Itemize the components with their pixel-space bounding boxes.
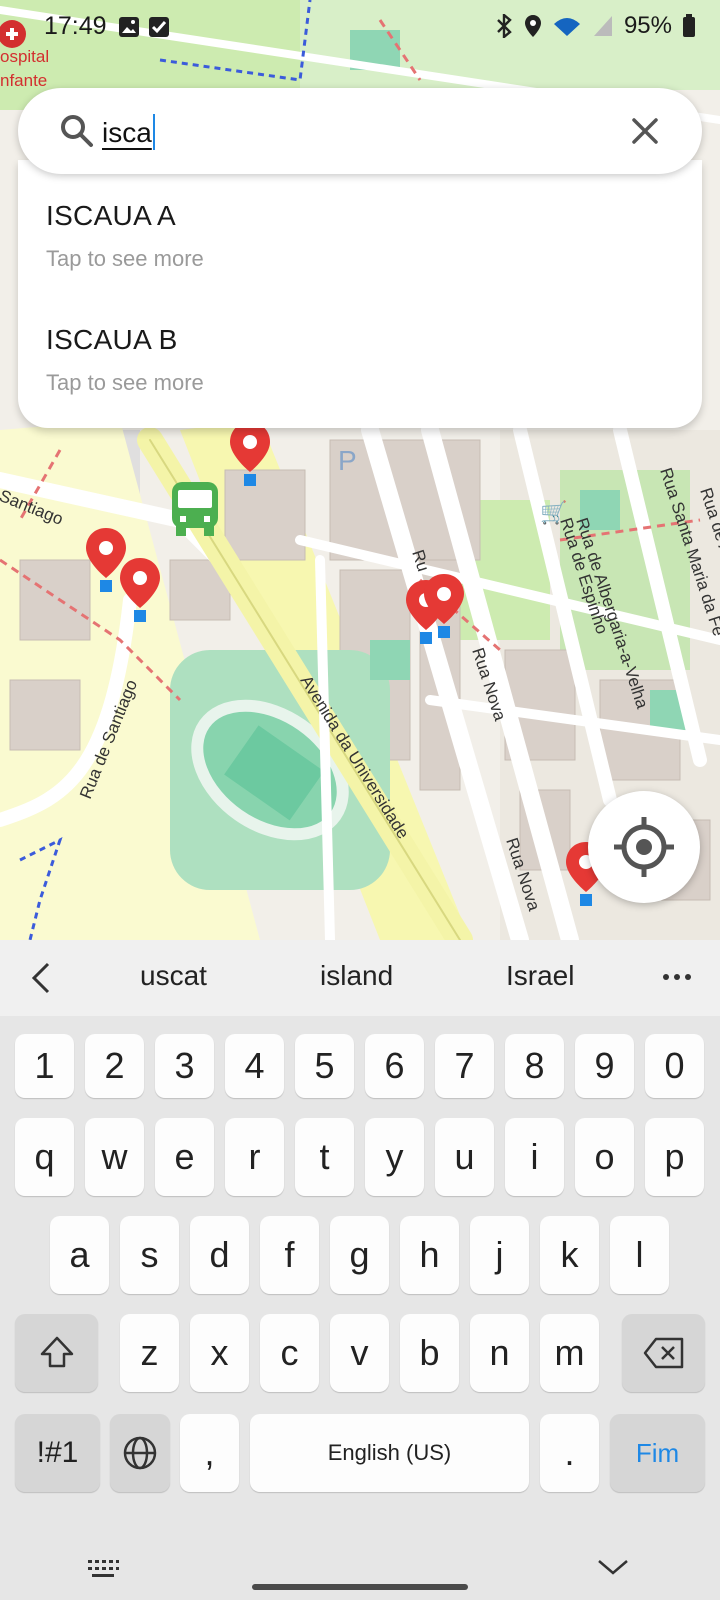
shift-key[interactable]	[15, 1314, 98, 1392]
signal-icon	[593, 16, 612, 36]
map-label-infante: nfante	[0, 71, 47, 90]
on-screen-keyboard: uscat island Israel 1 2 3 4 5 6 7 8 9 0 …	[0, 940, 720, 1600]
key-b[interactable]: b	[400, 1314, 459, 1392]
backspace-icon	[643, 1337, 683, 1369]
key-5[interactable]: 5	[295, 1034, 354, 1098]
key-e[interactable]: e	[155, 1118, 214, 1196]
key-w[interactable]: w	[85, 1118, 144, 1196]
key-n[interactable]: n	[470, 1314, 529, 1392]
search-results-dropdown: ISCAUA A Tap to see more ISCAUA B Tap to…	[18, 160, 702, 428]
image-icon	[119, 17, 139, 37]
search-query: isca	[102, 117, 152, 148]
key-k[interactable]: k	[540, 1216, 599, 1294]
key-p[interactable]: p	[645, 1118, 704, 1196]
key-1[interactable]: 1	[15, 1034, 74, 1098]
shop-icon: 🛒	[540, 500, 567, 526]
battery-icon	[683, 14, 695, 37]
result-title: ISCAUA A	[46, 200, 177, 231]
parking-icon: P	[338, 445, 357, 476]
suggestion-1[interactable]: uscat	[140, 960, 207, 992]
status-time: 17:49	[44, 12, 107, 40]
key-x[interactable]: x	[190, 1314, 249, 1392]
my-location-button[interactable]	[588, 791, 700, 903]
bus-stop-icon[interactable]	[168, 480, 222, 538]
done-key[interactable]: Fim	[610, 1414, 705, 1492]
search-result-item[interactable]: ISCAUA B Tap to see more	[46, 324, 666, 434]
comma-key[interactable]: ,	[180, 1414, 239, 1492]
key-f[interactable]: f	[260, 1216, 319, 1294]
key-u[interactable]: u	[435, 1118, 494, 1196]
chevron-left-icon[interactable]	[26, 960, 56, 996]
key-0[interactable]: 0	[645, 1034, 704, 1098]
more-icon[interactable]	[662, 972, 692, 982]
checkbox-icon	[149, 17, 169, 37]
search-input[interactable]: isca	[102, 114, 155, 150]
battery-percent: 95%	[623, 12, 672, 39]
key-t[interactable]: t	[295, 1118, 354, 1196]
key-q[interactable]: q	[15, 1118, 74, 1196]
key-h[interactable]: h	[400, 1216, 459, 1294]
symbols-key[interactable]: !#1	[15, 1414, 100, 1492]
suggestion-3[interactable]: Israel	[506, 960, 574, 992]
key-grid: 1 2 3 4 5 6 7 8 9 0 q w e r t y u i o p …	[0, 1016, 720, 1540]
result-title: ISCAUA B	[46, 324, 178, 355]
suggestion-bar: uscat island Israel	[0, 940, 720, 1016]
keyboard-nav-bar	[0, 1540, 720, 1600]
shift-icon	[40, 1336, 73, 1368]
result-subtitle: Tap to see more	[46, 370, 204, 395]
globe-icon	[123, 1436, 157, 1470]
period-key[interactable]: .	[540, 1414, 599, 1492]
stop-pin[interactable]	[118, 556, 162, 622]
result-subtitle: Tap to see more	[46, 246, 204, 271]
key-3[interactable]: 3	[155, 1034, 214, 1098]
home-indicator[interactable]	[252, 1584, 468, 1590]
key-l[interactable]: l	[610, 1216, 669, 1294]
key-i[interactable]: i	[505, 1118, 564, 1196]
bluetooth-icon	[497, 14, 512, 38]
key-4[interactable]: 4	[225, 1034, 284, 1098]
key-c[interactable]: c	[260, 1314, 319, 1392]
clear-icon[interactable]	[628, 114, 662, 148]
chevron-down-icon[interactable]	[596, 1556, 630, 1578]
key-d[interactable]: d	[190, 1216, 249, 1294]
key-2[interactable]: 2	[85, 1034, 144, 1098]
key-m[interactable]: m	[540, 1314, 599, 1392]
language-key[interactable]	[110, 1414, 170, 1492]
key-8[interactable]: 8	[505, 1034, 564, 1098]
stop-pin[interactable]	[422, 572, 466, 638]
key-z[interactable]: z	[120, 1314, 179, 1392]
text-cursor	[152, 114, 155, 150]
key-j[interactable]: j	[470, 1216, 529, 1294]
backspace-key[interactable]	[622, 1314, 705, 1392]
search-icon	[61, 115, 93, 147]
key-y[interactable]: y	[365, 1118, 424, 1196]
key-s[interactable]: s	[120, 1216, 179, 1294]
key-6[interactable]: 6	[365, 1034, 424, 1098]
key-v[interactable]: v	[330, 1314, 389, 1392]
key-a[interactable]: a	[50, 1216, 109, 1294]
wifi-icon	[553, 18, 580, 36]
key-r[interactable]: r	[225, 1118, 284, 1196]
key-9[interactable]: 9	[575, 1034, 634, 1098]
key-o[interactable]: o	[575, 1118, 634, 1196]
search-result-item[interactable]: ISCAUA A Tap to see more	[46, 200, 666, 310]
location-icon	[524, 15, 541, 37]
space-key[interactable]: English (US)	[250, 1414, 529, 1492]
status-bar: 17:49 95%	[0, 0, 720, 56]
search-bar[interactable]: isca	[18, 88, 702, 174]
key-7[interactable]: 7	[435, 1034, 494, 1098]
suggestion-2[interactable]: island	[320, 960, 393, 992]
keyboard-icon[interactable]	[86, 1556, 120, 1580]
crosshair-icon	[614, 817, 674, 877]
key-g[interactable]: g	[330, 1216, 389, 1294]
